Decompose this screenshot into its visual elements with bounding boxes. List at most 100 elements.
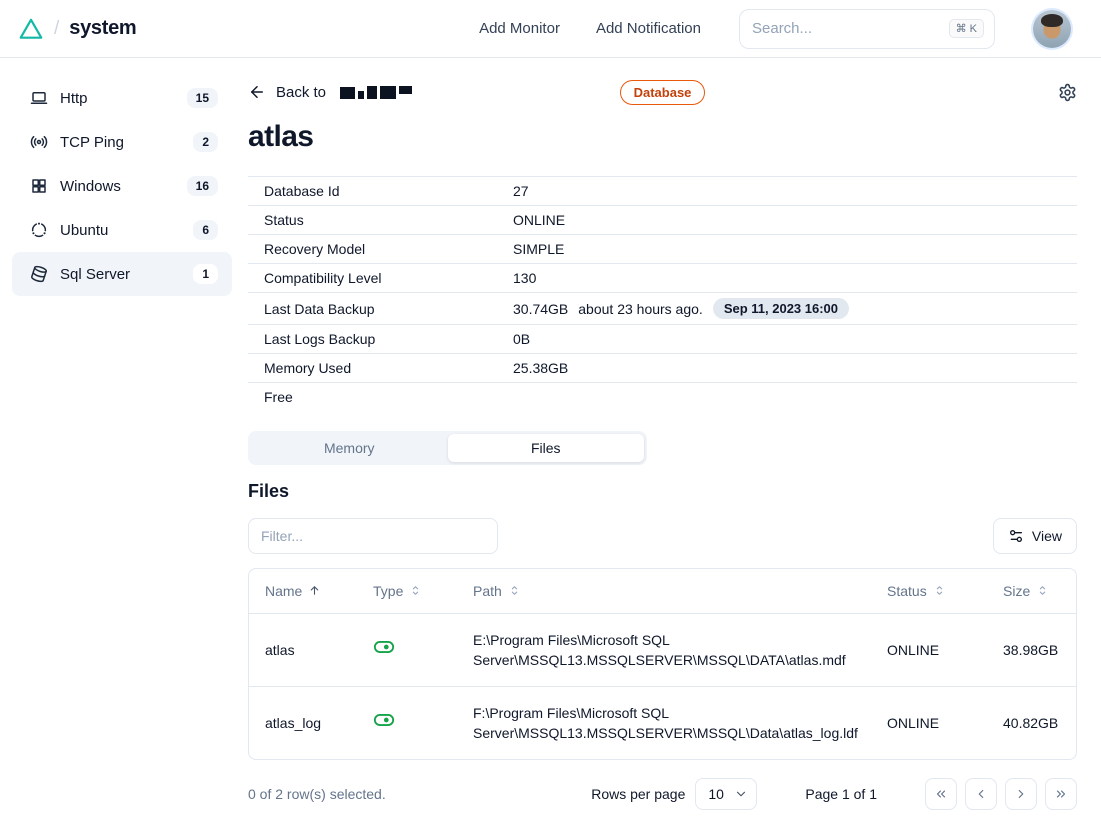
file-size-cell: 38.98GB: [987, 613, 1076, 686]
breadcrumb-slash: /: [54, 18, 59, 40]
detail-row: Recovery Model SIMPLE: [248, 234, 1077, 263]
column-header-status[interactable]: Status: [871, 569, 987, 613]
sidebar-item-windows[interactable]: Windows 16: [12, 164, 232, 208]
file-size-cell: 40.82GB: [987, 686, 1076, 759]
detail-value: 130: [513, 270, 536, 286]
page-title: atlas: [248, 120, 1077, 154]
memory-files-tabs: Memory Files: [248, 431, 647, 465]
backup-date-badge: Sep 11, 2023 16:00: [713, 298, 849, 319]
sidebar-count-badge: 15: [187, 88, 218, 108]
detail-value: 25.38GB: [513, 360, 568, 376]
settings-gear-icon[interactable]: [1058, 83, 1077, 102]
detail-value: 27: [513, 183, 529, 199]
files-section-heading: Files: [248, 481, 1077, 502]
chevrons-left-icon: [934, 787, 948, 801]
add-notification-link[interactable]: Add Notification: [596, 20, 701, 37]
back-link-label: Back to: [276, 84, 326, 101]
column-header-name[interactable]: Name: [249, 569, 357, 613]
detail-row: Memory Used 25.38GB: [248, 353, 1077, 382]
table-header-row: Name Type: [249, 569, 1076, 613]
detail-row: Free: [248, 382, 1077, 411]
detail-label: Last Logs Backup: [264, 331, 513, 347]
tab-memory[interactable]: Memory: [251, 434, 448, 462]
table-row[interactable]: atlas_log F:\Program Files\Microsoft SQL…: [249, 686, 1076, 759]
page-title-brand: system: [69, 17, 136, 40]
add-monitor-link[interactable]: Add Monitor: [479, 20, 560, 37]
laptop-icon: [30, 89, 48, 107]
detail-value: SIMPLE: [513, 241, 564, 257]
detail-label: Memory Used: [264, 360, 513, 376]
detail-label: Database Id: [264, 183, 513, 199]
header-nav: Add Monitor Add Notification: [479, 20, 701, 37]
sidebar-item-label: Sql Server: [60, 266, 181, 283]
user-avatar[interactable]: [1033, 10, 1071, 48]
detail-value-relative-time: about 23 hours ago.: [578, 301, 703, 317]
main-content: Back to Database atlas Database Id 27 St…: [248, 58, 1101, 824]
file-status-cell: ONLINE: [871, 613, 987, 686]
sidebar-count-badge: 6: [193, 220, 218, 240]
signal-icon: [30, 133, 48, 151]
detail-row: Compatibility Level 130: [248, 263, 1077, 292]
database-icon: [30, 265, 48, 283]
view-button[interactable]: View: [993, 518, 1077, 554]
sidebar-count-badge: 2: [193, 132, 218, 152]
detail-label: Recovery Model: [264, 241, 513, 257]
column-header-type[interactable]: Type: [357, 569, 457, 613]
rows-selected-text: 0 of 2 row(s) selected.: [248, 786, 591, 802]
file-type-cell: [357, 686, 457, 759]
search-box[interactable]: ⌘ K: [739, 9, 995, 49]
detail-label: Last Data Backup: [264, 301, 513, 317]
detail-label: Status: [264, 212, 513, 228]
chevrons-right-icon: [1054, 787, 1068, 801]
app-logo-icon[interactable]: [18, 16, 44, 42]
detail-label: Free: [264, 389, 513, 405]
back-link[interactable]: Back to: [248, 83, 412, 101]
search-shortcut-kbd: ⌘ K: [949, 19, 984, 38]
category-badge: Database: [620, 80, 706, 105]
sidebar-item-sql-server[interactable]: Sql Server 1: [12, 252, 232, 296]
sidebar-item-label: TCP Ping: [60, 134, 181, 151]
details-table: Database Id 27 Status ONLINE Recovery Mo…: [248, 176, 1077, 411]
last-page-button[interactable]: [1045, 778, 1077, 810]
file-name-cell: atlas_log: [249, 686, 357, 759]
previous-page-button[interactable]: [965, 778, 997, 810]
brand: / system: [18, 16, 136, 42]
file-status-cell: ONLINE: [871, 686, 987, 759]
sort-chevrons-icon: [508, 584, 521, 597]
rows-per-page-select[interactable]: 10: [695, 778, 757, 810]
sidebar-item-ubuntu[interactable]: Ubuntu 6: [12, 208, 232, 252]
sidebar-item-label: Windows: [60, 178, 175, 195]
ubuntu-icon: [30, 221, 48, 239]
table-row[interactable]: atlas E:\Program Files\Microsoft SQL Ser…: [249, 613, 1076, 686]
table-footer: 0 of 2 row(s) selected. Rows per page 10…: [248, 778, 1077, 810]
column-header-path[interactable]: Path: [457, 569, 871, 613]
windows-icon: [30, 177, 48, 195]
file-type-cell: [357, 613, 457, 686]
sidebar-item-label: Ubuntu: [60, 222, 181, 239]
app-header: / system Add Monitor Add Notification ⌘ …: [0, 0, 1101, 58]
sidebar-item-tcp-ping[interactable]: TCP Ping 2: [12, 120, 232, 164]
column-header-size[interactable]: Size: [987, 569, 1076, 613]
sidebar-item-label: Http: [60, 90, 175, 107]
chevron-down-icon: [734, 787, 748, 801]
arrow-left-icon: [248, 83, 266, 101]
next-page-button[interactable]: [1005, 778, 1037, 810]
pagination: [925, 778, 1077, 810]
first-page-button[interactable]: [925, 778, 957, 810]
toggle-on-icon: [373, 709, 395, 731]
file-name-cell: atlas: [249, 613, 357, 686]
sort-chevrons-icon: [1036, 584, 1049, 597]
column-label: Name: [265, 583, 302, 599]
sort-asc-icon: [308, 584, 321, 597]
detail-row: Last Data Backup 30.74GB about 23 hours …: [248, 292, 1077, 324]
column-label: Type: [373, 583, 403, 599]
detail-label: Compatibility Level: [264, 270, 513, 286]
search-input[interactable]: [752, 20, 941, 37]
sort-chevrons-icon: [933, 584, 946, 597]
tab-files[interactable]: Files: [448, 434, 645, 462]
toggle-on-icon: [373, 636, 395, 658]
sidebar-item-http[interactable]: Http 15: [12, 76, 232, 120]
files-table: Name Type: [248, 568, 1077, 760]
chevron-left-icon: [974, 787, 988, 801]
filter-input[interactable]: [248, 518, 498, 554]
